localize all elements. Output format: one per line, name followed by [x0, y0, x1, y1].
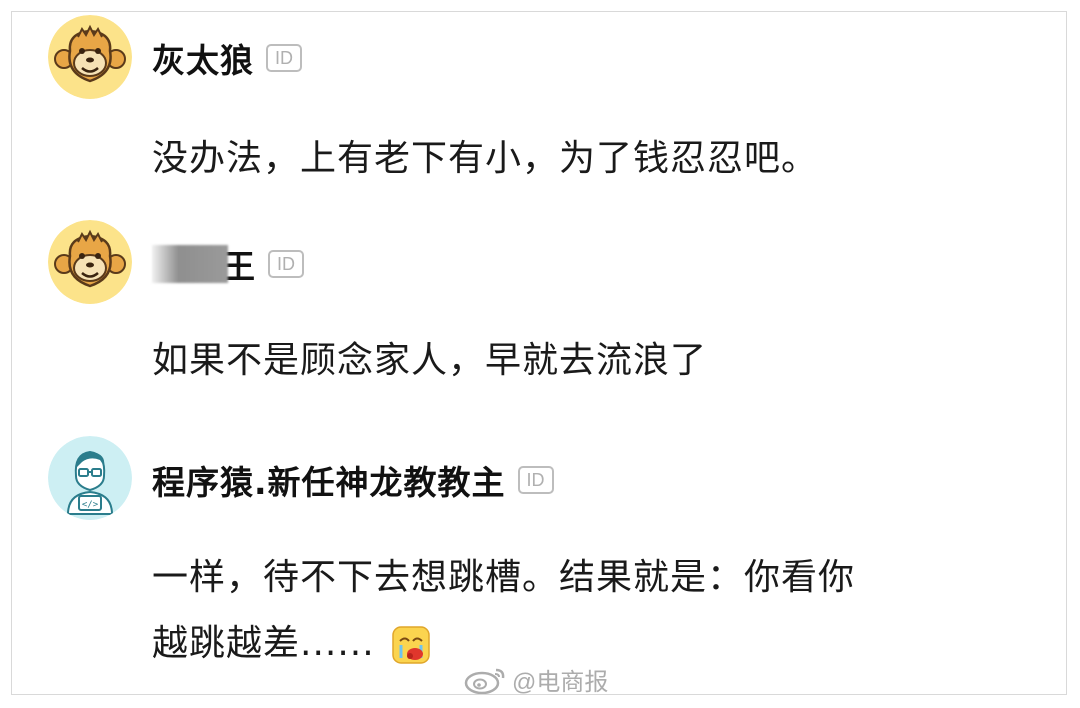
username[interactable]: 灰太狼 — [152, 34, 254, 82]
weibo-logo-icon — [464, 668, 505, 694]
svg-text:</>: </> — [82, 500, 99, 510]
watermark: @电商报 — [462, 662, 609, 695]
id-badge-icon: ID — [268, 250, 304, 278]
monkey-avatar-icon[interactable] — [48, 220, 132, 304]
id-badge-icon: ID — [266, 44, 302, 72]
watermark-text: @电商报 — [512, 669, 609, 695]
username[interactable]: 程序猿.新任神龙教教主 — [152, 456, 506, 504]
programmer-avatar-icon[interactable]: </> — [48, 436, 132, 520]
comment-text: 没办法，上有老下有小，为了钱忍忍吧。 — [152, 138, 819, 179]
comment-text-line-content: 越跳越差...... — [152, 623, 375, 664]
comment-text: 一样，待不下去想跳槽。结果就是：你看你 越跳越差...... — [152, 545, 1032, 677]
blurred-username — [152, 245, 228, 283]
crying-emoji-icon — [392, 626, 430, 664]
comment-list: 灰太狼 ID 没办法，上有老下有小，为了钱忍忍吧。 王 ID 如果不是顾念家人，… — [11, 11, 1067, 695]
id-badge-icon: ID — [517, 466, 554, 494]
comment-text-line: 一样，待不下去想跳槽。结果就是：你看你 — [152, 557, 856, 598]
monkey-avatar-icon[interactable] — [48, 15, 132, 99]
comment-text: 如果不是顾念家人，早就去流浪了 — [152, 340, 708, 381]
